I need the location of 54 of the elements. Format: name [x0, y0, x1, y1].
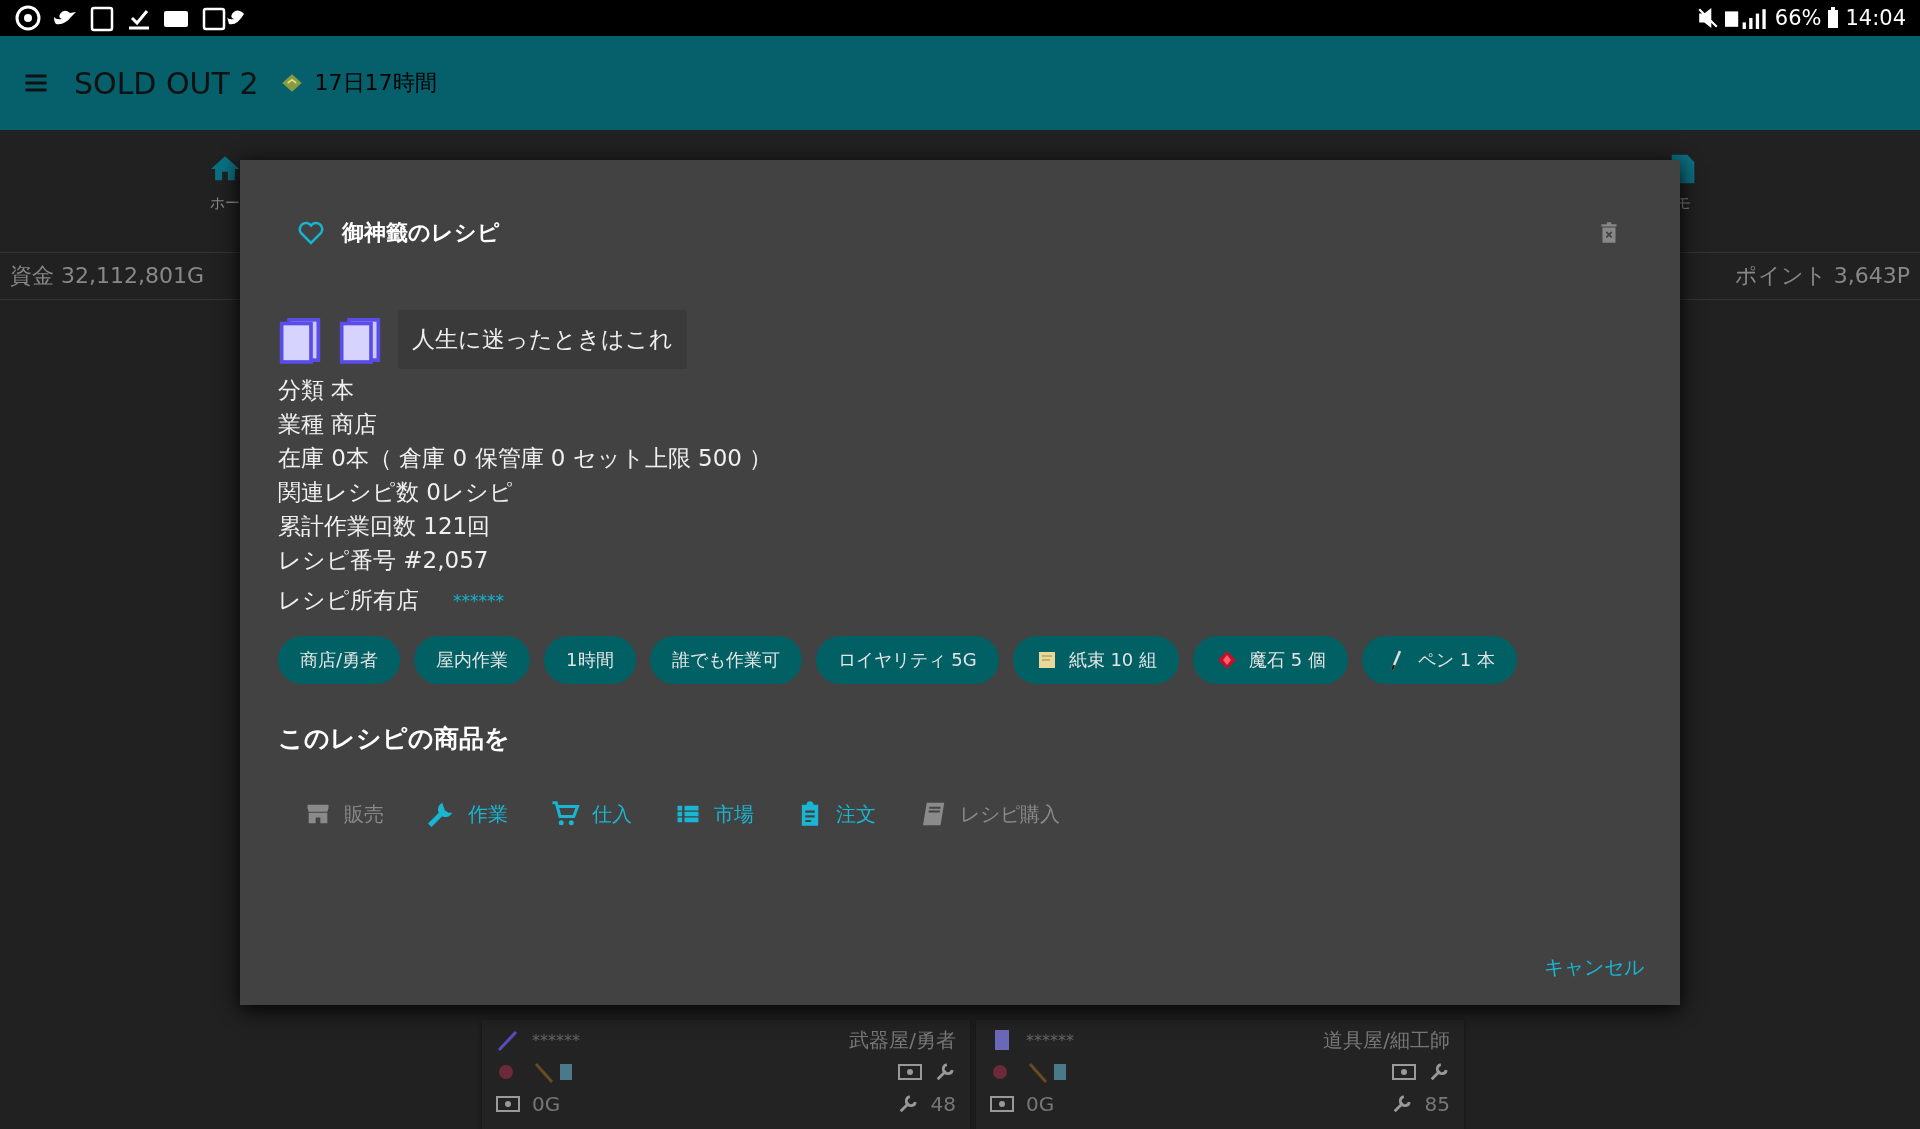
- nav-label[interactable]: モ: [1675, 194, 1691, 213]
- detail-text: 在庫 0本（ 倉庫 0 保管庫 0 セット上限 500 ）: [278, 444, 774, 473]
- detail-text: 累計作業回数 121回: [278, 512, 492, 541]
- detail-text: 関連レシピ数 0レシピ: [278, 478, 514, 507]
- detail-text: 分類 本: [278, 376, 356, 405]
- action-button[interactable]: 仕入: [544, 795, 638, 833]
- tag-label: 1時間: [566, 648, 614, 672]
- cash-icon: [1392, 1064, 1416, 1080]
- cancel-button[interactable]: キャンセル: [1544, 950, 1644, 985]
- action-button[interactable]: 注文: [790, 795, 882, 833]
- shop-card[interactable]: ****** 道具屋/細工師 0G 85: [976, 1020, 1464, 1129]
- section-heading: このレシピの商品を: [278, 723, 511, 755]
- nav-label[interactable]: ホー: [210, 194, 240, 213]
- detail-text: 業種 商店: [278, 410, 379, 439]
- cash-icon: [496, 1096, 520, 1112]
- cash-icon: [990, 1096, 1014, 1112]
- remaining-time: 17日17時間: [314, 69, 437, 97]
- tag-label: ペン 1 本: [1417, 648, 1495, 672]
- description: 人生に迷ったときはこれ: [398, 310, 687, 369]
- action-button[interactable]: 作業: [420, 795, 514, 833]
- work-count: 85: [1424, 1092, 1450, 1116]
- owner-label: レシピ所有店: [278, 586, 419, 615]
- dialog-title: 御神籤のレシピ: [342, 219, 500, 247]
- shop-category: 道具屋/細工師: [1323, 1026, 1450, 1054]
- tag-label: 商店/勇者: [300, 648, 379, 672]
- rating-stars: ******: [1026, 1030, 1074, 1050]
- work-count: 48: [930, 1092, 956, 1116]
- battery-percent: 66%: [1774, 6, 1822, 30]
- shop-category: 武器屋/勇者: [849, 1026, 956, 1054]
- tag-label: ロイヤリティ 5G: [837, 648, 977, 672]
- battery-icon: [1827, 7, 1840, 29]
- tag-label: 誰でも作業可: [671, 648, 780, 672]
- money-value: 0G: [532, 1092, 561, 1116]
- tag-label: 魔石 5 個: [1249, 648, 1326, 672]
- tag-label: 紙束 10 組: [1068, 648, 1157, 672]
- rating-stars: ******: [532, 1030, 580, 1050]
- app-title: SOLD OUT 2: [74, 65, 259, 101]
- book-icon: [278, 315, 322, 364]
- detail-text: レシピ番号 #2,057: [278, 546, 490, 575]
- action-button[interactable]: 市場: [668, 795, 760, 833]
- shop-card[interactable]: ****** 武器屋/勇者 0G 48: [482, 1020, 970, 1129]
- wrench-icon: [934, 1061, 956, 1083]
- cash-icon: [898, 1064, 922, 1080]
- signal-icon: [1724, 7, 1769, 29]
- staff-icon: [496, 1028, 520, 1052]
- money-value: 0G: [1026, 1092, 1055, 1116]
- book-icon: [338, 315, 382, 364]
- owner-shop[interactable]: ******: [453, 590, 504, 611]
- tag-label: 屋内作業: [436, 648, 509, 672]
- mute-icon: [1696, 7, 1719, 29]
- points: ポイント 3,643P: [1734, 262, 1910, 290]
- funds: 資金 32,112,801G: [10, 262, 204, 290]
- wrench-icon: [1428, 1061, 1450, 1083]
- clock: 14:04: [1845, 6, 1906, 30]
